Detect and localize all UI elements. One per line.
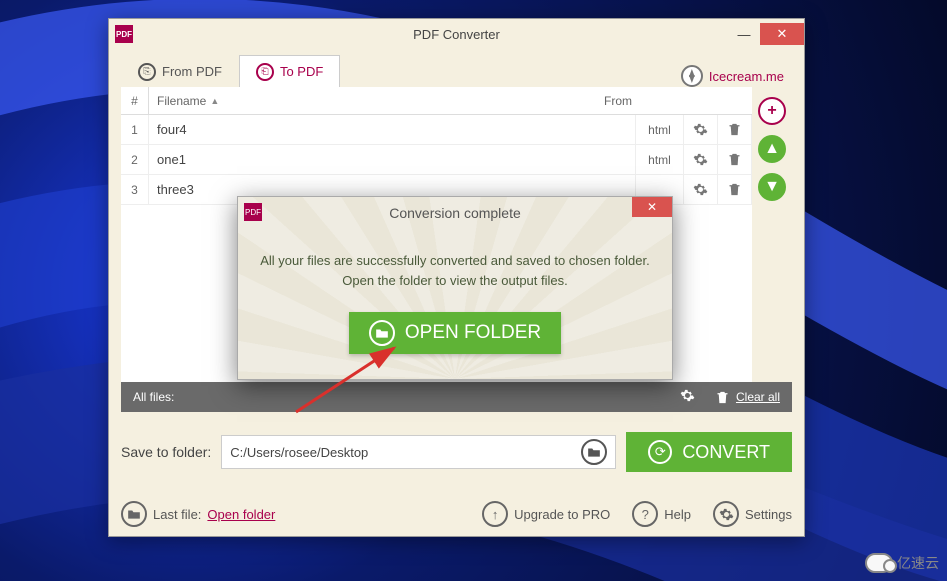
- help-icon: ?: [632, 501, 658, 527]
- brand-link[interactable]: Icecream.me: [681, 65, 792, 87]
- footer: Last file: Open folder ↑ Upgrade to PRO …: [109, 492, 804, 536]
- window-title: PDF Converter: [109, 27, 804, 42]
- settings-icon: [713, 501, 739, 527]
- brand-icon: [681, 65, 703, 87]
- settings-button[interactable]: Settings: [713, 501, 792, 527]
- dialog-message-line2: Open the folder to view the output files…: [260, 271, 650, 291]
- row-from: html: [636, 145, 684, 174]
- titlebar: PDF PDF Converter — ✕: [109, 19, 804, 49]
- browse-folder-button[interactable]: [581, 439, 607, 465]
- col-filename-header[interactable]: Filename ▲: [149, 87, 600, 114]
- dialog-close-button[interactable]: ✕: [632, 197, 672, 217]
- folder-icon: [121, 501, 147, 527]
- row-filename: one1: [149, 145, 636, 174]
- open-folder-icon: [369, 320, 395, 346]
- table-header: # Filename ▲ From: [121, 87, 752, 115]
- open-folder-button[interactable]: OPEN FOLDER: [349, 312, 561, 354]
- add-file-button[interactable]: +: [758, 97, 786, 125]
- row-num: 2: [121, 145, 149, 174]
- all-files-label: All files:: [133, 390, 174, 404]
- table-row: 1 four4 html: [121, 115, 752, 145]
- tab-to-pdf[interactable]: ⎗ To PDF: [239, 55, 340, 87]
- from-pdf-icon: ⎘: [138, 63, 156, 81]
- open-last-folder-link[interactable]: Open folder: [207, 507, 275, 522]
- sort-asc-icon: ▲: [210, 96, 219, 106]
- save-path-input[interactable]: [230, 445, 581, 460]
- row-num: 3: [121, 175, 149, 204]
- help-label: Help: [664, 507, 691, 522]
- all-files-settings-button[interactable]: [680, 388, 695, 406]
- row-delete-button[interactable]: [718, 145, 752, 174]
- tab-from-pdf-label: From PDF: [162, 64, 222, 79]
- settings-label: Settings: [745, 507, 792, 522]
- save-row: Save to folder: ⟳ CONVERT: [109, 412, 804, 492]
- row-settings-button[interactable]: [684, 145, 718, 174]
- col-num-header[interactable]: #: [121, 87, 149, 114]
- upgrade-icon: ↑: [482, 501, 508, 527]
- row-num: 1: [121, 115, 149, 144]
- convert-button[interactable]: ⟳ CONVERT: [626, 432, 792, 472]
- convert-button-label: CONVERT: [682, 442, 770, 463]
- col-from-header[interactable]: From: [600, 87, 680, 114]
- tab-bar: ⎘ From PDF ⎗ To PDF Icecream.me: [109, 49, 804, 87]
- to-pdf-icon: ⎗: [256, 63, 274, 81]
- save-path-box: [221, 435, 616, 469]
- convert-refresh-icon: ⟳: [648, 440, 672, 464]
- row-settings-button[interactable]: [684, 115, 718, 144]
- clear-all-button[interactable]: Clear all: [715, 390, 780, 405]
- watermark-icon: [865, 553, 893, 573]
- brand-link-label: Icecream.me: [709, 69, 784, 84]
- move-up-button[interactable]: ▲: [758, 135, 786, 163]
- row-settings-button[interactable]: [684, 175, 718, 204]
- dialog-message: All your files are successfully converte…: [240, 251, 670, 290]
- side-buttons: + ▲ ▼: [752, 87, 792, 382]
- upgrade-label: Upgrade to PRO: [514, 507, 610, 522]
- row-filename: four4: [149, 115, 636, 144]
- open-folder-button-label: OPEN FOLDER: [405, 322, 541, 344]
- conversion-complete-dialog: PDF ✕ Conversion complete All your files…: [237, 196, 673, 380]
- clear-all-label: Clear all: [736, 390, 780, 404]
- table-row: 2 one1 html: [121, 145, 752, 175]
- dialog-app-icon: PDF: [244, 203, 262, 221]
- watermark-text: 亿速云: [897, 553, 939, 573]
- watermark: 亿速云: [865, 553, 939, 573]
- move-down-button[interactable]: ▼: [758, 173, 786, 201]
- tab-from-pdf[interactable]: ⎘ From PDF: [121, 55, 239, 87]
- col-filename-label: Filename: [157, 94, 206, 108]
- save-to-folder-label: Save to folder:: [121, 444, 211, 460]
- row-from: html: [636, 115, 684, 144]
- dialog-title: Conversion complete: [389, 205, 521, 221]
- all-files-bar: All files: Clear all: [121, 382, 792, 412]
- tab-to-pdf-label: To PDF: [280, 64, 323, 79]
- row-delete-button[interactable]: [718, 175, 752, 204]
- row-delete-button[interactable]: [718, 115, 752, 144]
- upgrade-button[interactable]: ↑ Upgrade to PRO: [482, 501, 610, 527]
- dialog-message-line1: All your files are successfully converte…: [260, 251, 650, 271]
- last-file-label: Last file:: [153, 507, 201, 522]
- help-button[interactable]: ? Help: [632, 501, 691, 527]
